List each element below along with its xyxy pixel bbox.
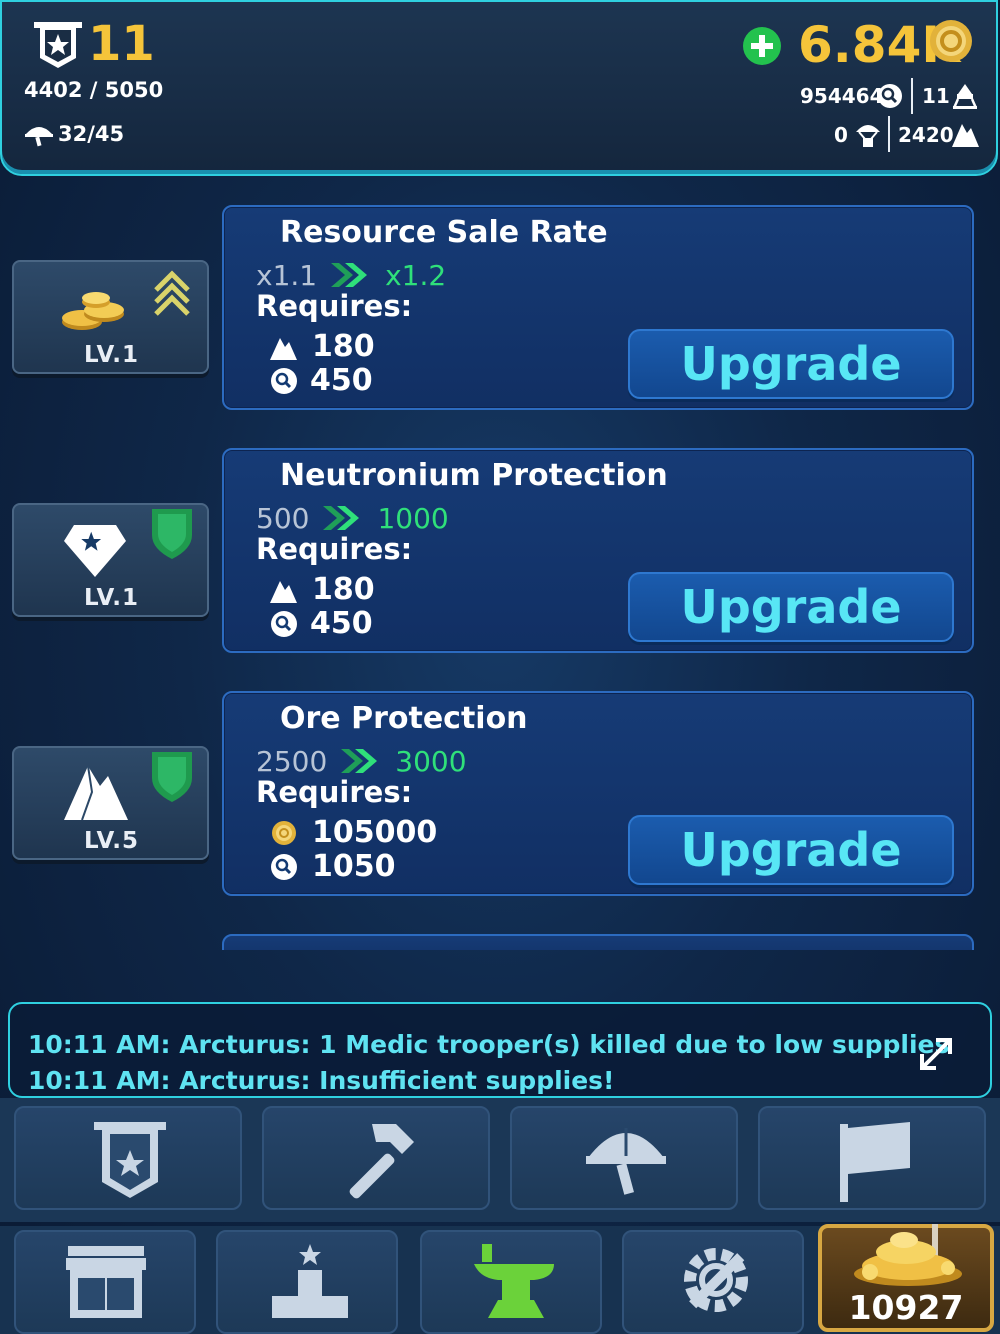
add-coins-icon[interactable] <box>742 26 782 66</box>
upgrade-icon-tile[interactable]: LV.1 <box>12 503 209 617</box>
research-points: 954464 <box>800 84 884 108</box>
hammer-icon <box>349 1124 414 1199</box>
research-cost: 450 <box>310 363 373 398</box>
upgrade-card-ore-protection: Ore Protection 2500 3000 Requires: 10500… <box>222 691 974 896</box>
expand-icon[interactable] <box>916 1034 956 1074</box>
anvil-icon <box>474 1244 554 1318</box>
trooper-helmet-icon <box>25 127 53 147</box>
gold-coins-icon <box>62 292 124 330</box>
rank-banner-icon <box>94 1122 166 1198</box>
nav-rank-button[interactable] <box>14 1106 242 1210</box>
log-line: 10:11 AM: Arcturus: Insufficient supplie… <box>28 1066 615 1095</box>
arrow-right-icon <box>323 506 360 530</box>
ore-mountain-icon <box>64 765 128 821</box>
gold-pile-icon <box>854 1224 962 1286</box>
upgrade-button[interactable]: Upgrade <box>628 815 954 885</box>
nav-shop-button[interactable] <box>14 1230 196 1334</box>
upgrade-title: Neutronium Protection <box>280 458 668 493</box>
next-value: 1000 <box>377 501 449 535</box>
current-value: x1.1 <box>256 258 318 292</box>
level-label: LV.1 <box>83 585 140 611</box>
level-label: LV.5 <box>83 828 140 854</box>
research-cost: 450 <box>310 606 373 641</box>
ore-cost: 180 <box>312 572 375 607</box>
requires-label: Requires: <box>256 532 413 566</box>
requires-label: Requires: <box>256 775 413 809</box>
gold-count: 10927 <box>848 1288 964 1327</box>
ore-icon <box>270 338 297 360</box>
coin-icon <box>930 20 972 62</box>
nav-leaderboard-button[interactable] <box>216 1230 398 1334</box>
upgrade-card-partial <box>222 934 974 950</box>
upgrade-icon-tile[interactable]: LV.1 <box>12 260 209 374</box>
requires-label: Requires: <box>256 289 413 323</box>
research-icon <box>878 84 902 108</box>
settings-gear-icon <box>684 1248 748 1312</box>
nav-flag-button[interactable] <box>758 1106 986 1210</box>
divider <box>888 116 890 152</box>
rocket-count: 11 <box>922 84 950 108</box>
ore-icon <box>952 124 979 147</box>
shield-icon <box>152 509 192 559</box>
nav-build-button[interactable] <box>262 1106 490 1210</box>
event-log[interactable]: 10:11 AM: Arcturus: 1 Medic trooper(s) k… <box>8 1002 992 1098</box>
research-icon <box>271 854 297 880</box>
helmet-icon <box>586 1128 666 1195</box>
rank-banner-icon[interactable] <box>32 20 84 70</box>
top-status-bar: 11 4402 / 5050 32/45 6.84K 954464 11 0 2… <box>0 0 998 176</box>
upgrade-title: Resource Sale Rate <box>280 215 608 250</box>
ore-count: 2420 <box>898 123 954 147</box>
research-icon <box>271 368 297 394</box>
flag-icon <box>840 1122 910 1202</box>
supply-drop-icon <box>856 125 880 147</box>
rank-level: 11 <box>88 16 155 72</box>
upgrade-button[interactable]: Upgrade <box>628 329 954 399</box>
upgrade-button[interactable]: Upgrade <box>628 572 954 642</box>
research-icon <box>271 611 297 637</box>
gold-treasury-button[interactable]: 10927 <box>818 1224 994 1332</box>
arrow-right-icon <box>341 749 378 773</box>
upgrade-card-neutronium-protection: Neutronium Protection 500 1000 Requires:… <box>222 448 974 653</box>
upgrade-icon-tile[interactable]: LV.5 <box>12 746 209 860</box>
next-value: x1.2 <box>385 258 447 292</box>
upgrade-card-resource-sale-rate: Resource Sale Rate x1.1 x1.2 Requires: 1… <box>222 205 974 410</box>
divider <box>911 78 913 114</box>
diamond-gem-icon <box>64 525 126 577</box>
shop-icon <box>66 1246 146 1318</box>
current-value: 2500 <box>256 744 328 778</box>
log-line: 10:11 AM: Arcturus: 1 Medic trooper(s) k… <box>28 1030 950 1059</box>
research-cost: 1050 <box>312 849 396 884</box>
nav-forge-button[interactable] <box>420 1230 602 1334</box>
upgrade-title: Ore Protection <box>280 701 528 736</box>
troop-count: 32/45 <box>58 122 125 146</box>
next-value: 3000 <box>395 744 467 778</box>
level-label: LV.1 <box>83 342 140 368</box>
current-value: 500 <box>256 501 310 535</box>
xp-progress: 4402 / 5050 <box>24 78 164 102</box>
arrow-right-icon <box>331 263 368 287</box>
nav-settings-button[interactable] <box>622 1230 804 1334</box>
ore-icon <box>270 581 297 603</box>
podium-icon <box>272 1244 348 1318</box>
ore-cost: 180 <box>312 329 375 364</box>
coin-icon <box>272 821 296 845</box>
rank-up-chevron-icon <box>154 270 190 316</box>
coin-cost: 105000 <box>312 815 438 850</box>
shield-icon <box>152 752 192 802</box>
nav-troops-button[interactable] <box>510 1106 738 1210</box>
lander-icon <box>952 84 978 109</box>
supply-drops: 0 <box>834 123 848 147</box>
